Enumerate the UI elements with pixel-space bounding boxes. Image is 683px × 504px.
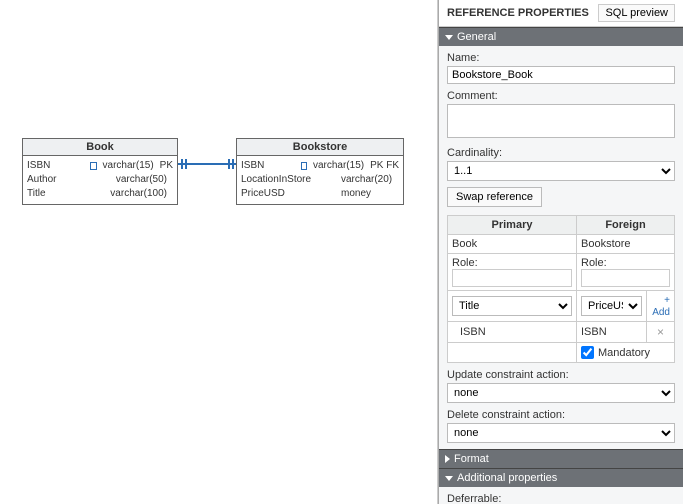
update-action-label: Update constraint action: (447, 369, 675, 381)
comment-textarea[interactable] (447, 104, 675, 138)
table-row: ISBN ISBN × (448, 322, 675, 343)
column-keys: PK (160, 159, 173, 173)
properties-panel: REFERENCE PROPERTIES SQL preview General… (438, 0, 683, 504)
section-title: Additional properties (457, 472, 557, 484)
comment-label: Comment: (447, 90, 675, 102)
panel-title: REFERENCE PROPERTIES (447, 7, 589, 19)
section-header-additional[interactable]: Additional properties (439, 468, 683, 487)
role-label: Role: (452, 257, 572, 269)
column-row[interactable]: ISBN varchar(15) PK FK (241, 159, 399, 173)
primary-header: Primary (448, 216, 577, 235)
chevron-right-icon (445, 455, 450, 463)
delete-action-select[interactable]: none (447, 423, 675, 443)
cardinality-tick (228, 159, 230, 169)
column-type: varchar(50) (116, 173, 167, 187)
primary-key-column: ISBN (448, 322, 577, 343)
column-name: Title (27, 187, 90, 201)
chevron-down-icon (445, 35, 453, 40)
foreign-header: Foreign (577, 216, 675, 235)
primary-role-input[interactable] (452, 269, 572, 287)
mandatory-checkbox[interactable] (581, 346, 594, 359)
chevron-down-icon (445, 476, 453, 481)
primary-entity: Book (448, 235, 577, 254)
primary-column-select[interactable]: Title (452, 296, 572, 316)
column-name: LocationInStore (241, 173, 319, 187)
sql-preview-button[interactable]: SQL preview (598, 4, 675, 22)
diagram-canvas[interactable]: BookISBNvarchar(15)PKAuthorvarchar(50)Ti… (0, 0, 438, 504)
key-icon (301, 162, 307, 170)
column-type: varchar(15) (313, 159, 364, 173)
column-name: PriceUSD (241, 187, 319, 201)
column-row[interactable]: LocationInStore varchar(20) (241, 173, 399, 187)
column-name: Author (27, 173, 95, 187)
foreign-key-column: ISBN (577, 322, 647, 343)
remove-mapping-icon[interactable]: × (655, 325, 667, 339)
mandatory-checkbox-label[interactable]: Mandatory (581, 346, 670, 359)
section-header-general[interactable]: General (439, 27, 683, 46)
cardinality-select[interactable]: 1..1 (447, 161, 675, 181)
table-row: Title PriceUSD + Add (448, 291, 675, 322)
column-type: varchar(20) (341, 173, 393, 187)
role-label: Role: (581, 257, 670, 269)
column-name: ISBN (241, 159, 295, 173)
reference-mapping-table: Primary Foreign Book Bookstore Role: R (447, 215, 675, 363)
name-input[interactable] (447, 66, 675, 84)
column-type: varchar(100) (110, 187, 167, 201)
section-title: Format (454, 453, 489, 465)
properties-scroll[interactable]: General Name: Comment: Cardinality: 1..1… (439, 27, 683, 504)
delete-action-label: Delete constraint action: (447, 409, 675, 421)
table-row: Mandatory (448, 343, 675, 363)
table-row: Book Bookstore (448, 235, 675, 254)
cardinality-tick (232, 159, 234, 169)
entity-bookstore[interactable]: BookstoreISBNvarchar(15)PK FKLocationInS… (236, 138, 404, 205)
name-label: Name: (447, 52, 675, 64)
column-row[interactable]: PriceUSD money (241, 187, 399, 201)
column-keys: PK FK (370, 159, 399, 173)
column-row[interactable]: Author varchar(50) (27, 173, 173, 187)
add-mapping-link[interactable]: + Add (652, 295, 670, 318)
entity-book[interactable]: BookISBNvarchar(15)PKAuthorvarchar(50)Ti… (22, 138, 178, 205)
swap-reference-button[interactable]: Swap reference (447, 187, 542, 207)
foreign-column-select[interactable]: PriceUSD (581, 296, 642, 316)
cardinality-tick (185, 159, 187, 169)
foreign-entity: Bookstore (577, 235, 675, 254)
update-action-select[interactable]: none (447, 383, 675, 403)
key-icon (90, 162, 96, 170)
section-title: General (457, 31, 496, 43)
deferrable-label: Deferrable: (447, 493, 675, 504)
column-type: varchar(15) (103, 159, 154, 173)
table-row: Role: Role: (448, 254, 675, 291)
cardinality-tick (181, 159, 183, 169)
column-row[interactable]: Title varchar(100) (27, 187, 173, 201)
column-row[interactable]: ISBN varchar(15) PK (27, 159, 173, 173)
foreign-role-input[interactable] (581, 269, 670, 287)
column-name: ISBN (27, 159, 84, 173)
entity-title: Book (23, 139, 177, 156)
column-type: money (341, 187, 393, 201)
section-header-format[interactable]: Format (439, 449, 683, 468)
entity-title: Bookstore (237, 139, 403, 156)
cardinality-label: Cardinality: (447, 147, 675, 159)
